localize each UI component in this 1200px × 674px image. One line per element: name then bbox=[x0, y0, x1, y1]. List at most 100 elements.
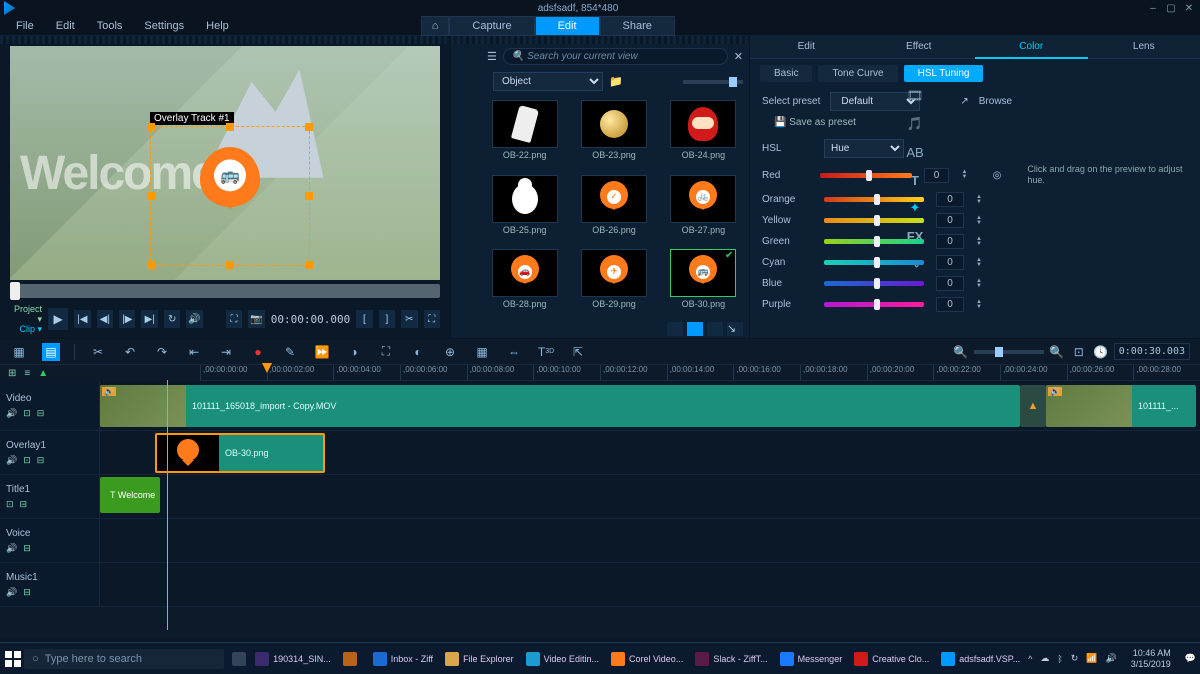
resize-handle[interactable] bbox=[305, 192, 313, 200]
skip-start-button[interactable]: |◀ bbox=[74, 310, 90, 328]
mode-capture[interactable]: Capture bbox=[449, 16, 534, 36]
video-clip[interactable]: 🔊 101111_... bbox=[1046, 385, 1196, 427]
resize-handle[interactable] bbox=[305, 261, 313, 269]
channel-value[interactable]: 0 bbox=[936, 234, 964, 249]
home-button[interactable]: ⌂ bbox=[421, 16, 450, 36]
grid-view-icon[interactable] bbox=[687, 322, 703, 336]
fit-button[interactable]: ⛶ bbox=[226, 310, 242, 328]
tray-bluetooth-icon[interactable]: ᛒ bbox=[1057, 654, 1062, 664]
track-motion-icon[interactable]: ⊕ bbox=[441, 343, 459, 361]
taskbar-task[interactable]: 190314_SIN... bbox=[249, 646, 337, 672]
taskbar-clock[interactable]: 10:46 AM3/15/2019 bbox=[1131, 648, 1171, 670]
tab-lens[interactable]: Lens bbox=[1088, 36, 1200, 59]
lock-icon[interactable]: ⊟ bbox=[20, 499, 28, 510]
play-button[interactable]: ▶ bbox=[48, 308, 68, 330]
track-header-overlay[interactable]: Overlay1 🔊⊡⊟ bbox=[0, 431, 100, 474]
fullscreen-button[interactable]: ⛶ bbox=[424, 310, 440, 328]
library-item[interactable]: 🚲OB-27.png bbox=[664, 175, 743, 244]
lock-icon[interactable]: ⊟ bbox=[23, 543, 31, 554]
playhead-line[interactable] bbox=[167, 380, 168, 630]
channel-slider[interactable] bbox=[824, 197, 924, 202]
menu-settings[interactable]: Settings bbox=[134, 18, 194, 34]
zoom-in-icon[interactable]: 🔍 bbox=[1048, 343, 1066, 361]
channel-slider[interactable] bbox=[824, 281, 924, 286]
subtab-basic[interactable]: Basic bbox=[760, 65, 812, 82]
task-view-button[interactable] bbox=[226, 646, 247, 672]
transition-icon[interactable]: AB bbox=[905, 142, 925, 162]
pan-zoom-icon[interactable]: ⛶ bbox=[377, 343, 395, 361]
track-enable-icon[interactable]: ≡ bbox=[24, 368, 30, 379]
redo-icon[interactable]: ↷ bbox=[153, 343, 171, 361]
library-menu-icon[interactable]: ☰ bbox=[487, 50, 497, 63]
sound-icon[interactable]: 🎵 bbox=[905, 114, 925, 134]
browse-icon[interactable]: ↗ bbox=[960, 96, 968, 107]
thumb-size-slider[interactable] bbox=[683, 80, 743, 84]
tray-volume-icon[interactable]: 🔊 bbox=[1106, 653, 1117, 664]
clear-search-icon[interactable]: ✕ bbox=[734, 50, 743, 63]
track-header-music[interactable]: Music1 🔊⊟ bbox=[0, 563, 100, 606]
channel-slider[interactable] bbox=[824, 239, 924, 244]
video-clip[interactable]: 🔊 101111_165018_import - Copy.MOV bbox=[100, 385, 1020, 427]
sort-icon[interactable] bbox=[707, 322, 723, 336]
fit-timeline-icon[interactable]: ⊡ bbox=[1070, 343, 1088, 361]
timecode-display[interactable]: 00:00:00.000 bbox=[271, 313, 350, 326]
track-header-voice[interactable]: Voice 🔊⊟ bbox=[0, 519, 100, 562]
minimize-icon[interactable]: – bbox=[1146, 1, 1160, 15]
mute-icon[interactable]: 🔊 bbox=[6, 543, 17, 554]
undo-icon[interactable]: ↶ bbox=[121, 343, 139, 361]
selection-box[interactable]: 🚌 bbox=[150, 126, 310, 266]
clock-icon[interactable]: 🕓 bbox=[1092, 343, 1110, 361]
next-frame-button[interactable]: |▶ bbox=[119, 310, 135, 328]
customize-icon[interactable]: ✎ bbox=[281, 343, 299, 361]
snapshot-button[interactable]: 📷 bbox=[248, 310, 264, 328]
tray-chevron-icon[interactable]: ^ bbox=[1028, 654, 1032, 664]
mark-out-button[interactable]: ] bbox=[379, 310, 395, 328]
taskbar-task[interactable]: Messenger bbox=[774, 646, 849, 672]
tab-effect[interactable]: Effect bbox=[863, 36, 976, 59]
solo-icon[interactable]: ⊡ bbox=[23, 408, 31, 419]
taskbar-task[interactable]: Inbox - Ziff bbox=[367, 646, 439, 672]
save-preset-button[interactable]: 💾 Save as preset bbox=[750, 115, 1200, 136]
map-pin-overlay[interactable]: 🚌 bbox=[200, 147, 260, 227]
menu-edit[interactable]: Edit bbox=[46, 18, 85, 34]
solo-icon[interactable]: ⊡ bbox=[23, 455, 31, 466]
menu-help[interactable]: Help bbox=[196, 18, 239, 34]
browse-button[interactable]: Browse bbox=[979, 96, 1012, 107]
taskbar-task[interactable]: Slack - ZiffT... bbox=[689, 646, 773, 672]
tab-color[interactable]: Color bbox=[975, 36, 1088, 59]
value-spinner[interactable]: ▲▼ bbox=[976, 237, 986, 247]
tray-cloud-icon[interactable]: ☁ bbox=[1040, 653, 1049, 664]
resize-handle[interactable] bbox=[305, 123, 313, 131]
channel-slider[interactable] bbox=[824, 218, 924, 223]
value-spinner[interactable]: ▲▼ bbox=[976, 258, 986, 268]
hsl-mode-select[interactable]: Hue bbox=[824, 139, 904, 158]
prev-frame-button[interactable]: ◀| bbox=[97, 310, 113, 328]
markout-icon[interactable]: ⇥ bbox=[217, 343, 235, 361]
title-clip[interactable]: T Welcome bbox=[100, 477, 160, 513]
mask-icon[interactable]: ◐ bbox=[409, 343, 427, 361]
channel-slider[interactable] bbox=[824, 260, 924, 265]
loop-button[interactable]: ↻ bbox=[164, 310, 180, 328]
start-button[interactable] bbox=[4, 647, 22, 671]
source-toggle[interactable]: Project ▾ Clip ▾ bbox=[10, 304, 42, 334]
channel-slider[interactable] bbox=[824, 302, 924, 307]
library-item[interactable]: 🚌OB-30.png bbox=[664, 249, 743, 318]
mark-in-button[interactable]: [ bbox=[356, 310, 372, 328]
channel-value[interactable]: 0 bbox=[936, 255, 964, 270]
zoom-out-icon[interactable]: 🔍 bbox=[952, 343, 970, 361]
channel-slider[interactable] bbox=[820, 173, 912, 178]
taskbar-task[interactable]: Creative Clo... bbox=[848, 646, 935, 672]
resize-handle[interactable] bbox=[147, 261, 155, 269]
cut-icon[interactable]: ✂ bbox=[89, 343, 107, 361]
multicam-icon[interactable]: ▦ bbox=[473, 343, 491, 361]
solo-icon[interactable]: ⊡ bbox=[6, 499, 14, 510]
library-category-select[interactable]: Object bbox=[493, 72, 603, 91]
mute-icon[interactable]: 🔊 bbox=[6, 587, 17, 598]
track-header-title[interactable]: Title1 ⊡⊟ bbox=[0, 475, 100, 518]
transition-clip[interactable]: ▲ bbox=[1020, 385, 1046, 427]
duration-display[interactable]: 0:00:30.003 bbox=[1114, 343, 1190, 360]
timeline-view-icon[interactable]: ▤ bbox=[42, 343, 60, 361]
mute-icon[interactable]: 🔊 bbox=[6, 455, 17, 466]
notifications-icon[interactable]: 💬 bbox=[1185, 653, 1196, 664]
subtab-tonecurve[interactable]: Tone Curve bbox=[818, 65, 897, 82]
